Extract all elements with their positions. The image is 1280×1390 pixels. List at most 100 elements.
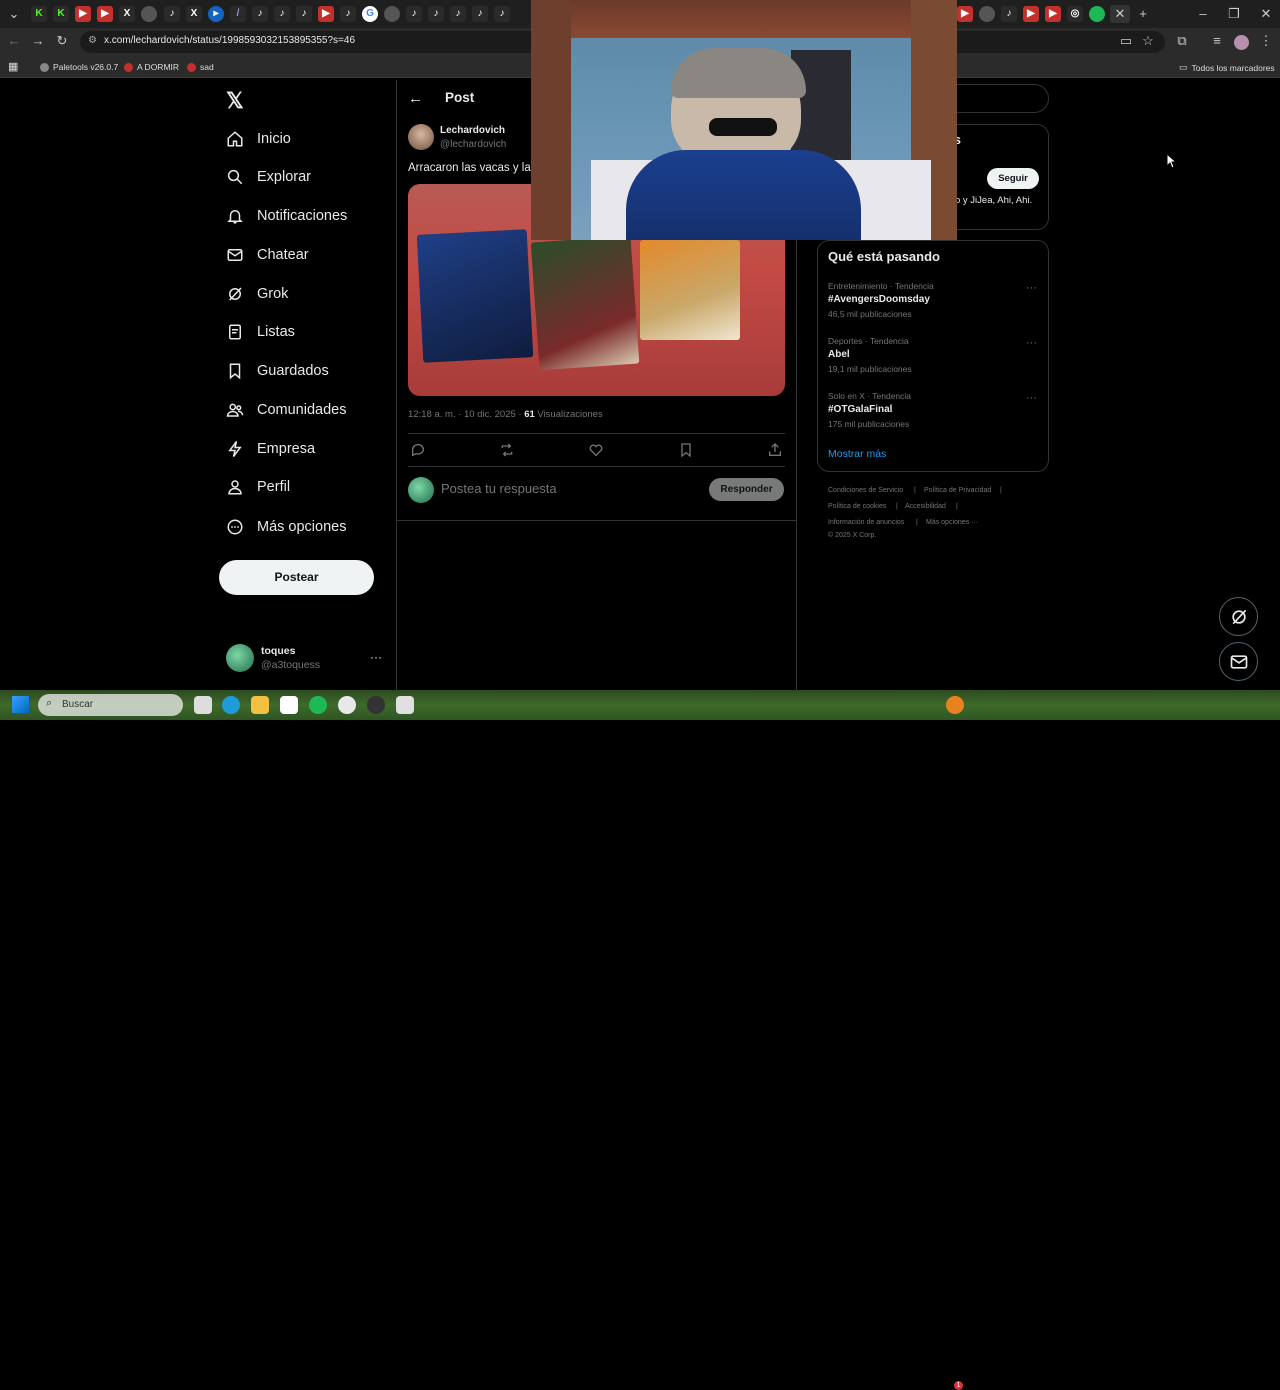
app-icon[interactable] bbox=[946, 696, 964, 714]
reload-icon[interactable]: ↻ bbox=[52, 32, 72, 50]
footer-link[interactable]: Más opciones ··· bbox=[926, 519, 978, 526]
back-arrow-icon[interactable]: ← bbox=[408, 90, 423, 107]
like-icon[interactable] bbox=[588, 442, 604, 458]
tab-favicon[interactable]: ♪ bbox=[296, 6, 312, 22]
footer-link[interactable]: Condiciones de Servicio bbox=[828, 487, 903, 494]
tab-favicon[interactable]: ▶ bbox=[1023, 6, 1039, 22]
messages-fab-button[interactable] bbox=[1219, 642, 1258, 681]
author-name[interactable]: Lechardovich bbox=[440, 125, 505, 136]
bookmark-item[interactable]: Paletools v26.0.7 bbox=[40, 62, 118, 72]
task-view-icon[interactable] bbox=[194, 696, 212, 714]
tab-favicon[interactable]: ▶ bbox=[97, 6, 113, 22]
close-window-icon[interactable]: ✕ bbox=[1256, 5, 1276, 23]
tab-favicon[interactable]: ♪ bbox=[472, 6, 488, 22]
minimize-icon[interactable]: – bbox=[1193, 5, 1213, 23]
tab-favicon[interactable]: ♪ bbox=[450, 6, 466, 22]
tab-favicon[interactable] bbox=[141, 6, 157, 22]
chrome-icon[interactable] bbox=[338, 696, 356, 714]
tab-favicon[interactable]: ♪ bbox=[1001, 6, 1017, 22]
cast-icon[interactable]: ▭ bbox=[1116, 32, 1136, 50]
apps-grid-icon[interactable]: ▦ bbox=[8, 60, 18, 73]
tab-favicon[interactable]: / bbox=[230, 6, 246, 22]
tab-favicon[interactable]: X bbox=[119, 6, 135, 22]
app-icon[interactable] bbox=[396, 696, 414, 714]
edge-icon[interactable] bbox=[222, 696, 240, 714]
nav-item-grok[interactable]: Grok bbox=[226, 280, 288, 308]
tab-favicon[interactable]: ▸ bbox=[208, 6, 224, 22]
bookmark-item[interactable]: A DORMIR bbox=[124, 62, 179, 72]
follow-button[interactable]: Seguir bbox=[987, 168, 1039, 189]
site-info-icon[interactable]: ⚙ bbox=[88, 35, 97, 46]
nav-item-home[interactable]: Inicio bbox=[226, 125, 291, 153]
bookmark-item[interactable]: sad bbox=[187, 62, 214, 72]
tab-favicon[interactable] bbox=[384, 6, 400, 22]
new-tab-icon[interactable]: + bbox=[1133, 5, 1153, 23]
back-icon[interactable]: ← bbox=[4, 32, 24, 50]
x-logo-icon[interactable]: 𝕏 bbox=[226, 88, 244, 114]
close-tab-icon[interactable]: ✕ bbox=[1110, 5, 1130, 23]
tab-favicon[interactable]: ▶ bbox=[75, 6, 91, 22]
footer-link[interactable]: Accesibilidad bbox=[905, 503, 946, 510]
tab-favicon[interactable]: K bbox=[53, 6, 69, 22]
repost-icon[interactable] bbox=[499, 442, 515, 458]
profile-avatar[interactable] bbox=[1234, 35, 1249, 50]
bookmark-icon[interactable] bbox=[678, 442, 694, 458]
nav-item-explore[interactable]: Explorar bbox=[226, 163, 311, 191]
taskbar-search[interactable]: ⌕ Buscar bbox=[38, 694, 183, 716]
post-button[interactable]: Postear bbox=[219, 560, 374, 595]
extensions-icon[interactable]: ⧉ bbox=[1172, 32, 1192, 50]
nav-item-profile[interactable]: Perfil bbox=[226, 473, 290, 501]
trend-more-icon[interactable]: ··· bbox=[1026, 337, 1037, 349]
tab-favicon[interactable]: ▶ bbox=[318, 6, 334, 22]
nav-item-more[interactable]: Más opciones bbox=[226, 513, 346, 541]
nav-item-business[interactable]: Empresa bbox=[226, 435, 315, 463]
media-controls-icon[interactable]: ≡ bbox=[1207, 32, 1227, 50]
system-tray[interactable] bbox=[1070, 700, 1250, 710]
tab-favicon[interactable]: K bbox=[31, 6, 47, 22]
store-icon[interactable] bbox=[280, 696, 298, 714]
tab-favicon[interactable]: ◎ bbox=[1067, 6, 1083, 22]
tab-favicon[interactable]: G bbox=[362, 6, 378, 22]
footer-link[interactable]: Política de Privacidad bbox=[924, 487, 991, 494]
tab-favicon[interactable]: ▶ bbox=[1045, 6, 1061, 22]
forward-icon[interactable]: → bbox=[28, 32, 48, 50]
tab-favicon[interactable] bbox=[1089, 6, 1105, 22]
share-icon[interactable] bbox=[767, 442, 783, 458]
reply-icon[interactable] bbox=[410, 442, 426, 458]
tab-favicon[interactable]: ♪ bbox=[274, 6, 290, 22]
grok-fab-button[interactable] bbox=[1219, 597, 1258, 636]
file-explorer-icon[interactable] bbox=[251, 696, 269, 714]
nav-item-lists[interactable]: Listas bbox=[226, 318, 295, 346]
tab-favicon[interactable] bbox=[979, 6, 995, 22]
tab-search-icon[interactable]: ⌄ bbox=[4, 5, 24, 23]
trend-name[interactable]: Abel bbox=[828, 349, 850, 360]
trend-name[interactable]: #AvengersDoomsday bbox=[828, 294, 930, 305]
tab-favicon[interactable]: ♪ bbox=[164, 6, 180, 22]
show-more-link[interactable]: Mostrar más bbox=[828, 448, 886, 460]
nav-item-bookmarks[interactable]: Guardados bbox=[226, 357, 329, 385]
tab-favicon[interactable]: ♪ bbox=[428, 6, 444, 22]
nav-item-communities[interactable]: Comunidades bbox=[226, 396, 346, 424]
spotify-icon[interactable] bbox=[309, 696, 327, 714]
footer-link[interactable]: Política de cookies bbox=[828, 503, 886, 510]
footer-link[interactable]: Información de anuncios bbox=[828, 519, 904, 526]
tab-favicon[interactable]: ♪ bbox=[406, 6, 422, 22]
account-avatar[interactable] bbox=[226, 644, 254, 672]
nav-item-chat[interactable]: Chatear bbox=[226, 241, 309, 269]
tab-favicon[interactable]: ♪ bbox=[494, 6, 510, 22]
bookmark-star-icon[interactable]: ☆ bbox=[1138, 32, 1158, 50]
tab-favicon[interactable]: ▶ bbox=[957, 6, 973, 22]
account-more-icon[interactable]: ··· bbox=[370, 650, 382, 664]
browser-menu-icon[interactable]: ⋮ bbox=[1256, 32, 1276, 50]
reply-button[interactable]: Responder bbox=[709, 478, 784, 501]
author-avatar[interactable] bbox=[408, 124, 434, 150]
tab-favicon[interactable]: X bbox=[186, 6, 202, 22]
reply-input[interactable] bbox=[441, 481, 691, 496]
trend-more-icon[interactable]: ··· bbox=[1026, 282, 1037, 294]
nav-item-notifications[interactable]: Notificaciones bbox=[226, 202, 347, 230]
app-icon[interactable] bbox=[367, 696, 385, 714]
windows-start-icon[interactable] bbox=[12, 696, 29, 713]
maximize-icon[interactable]: ❐ bbox=[1224, 5, 1244, 23]
all-bookmarks[interactable]: ▭ Todos los marcadores bbox=[1179, 62, 1275, 73]
tab-favicon[interactable]: ♪ bbox=[340, 6, 356, 22]
